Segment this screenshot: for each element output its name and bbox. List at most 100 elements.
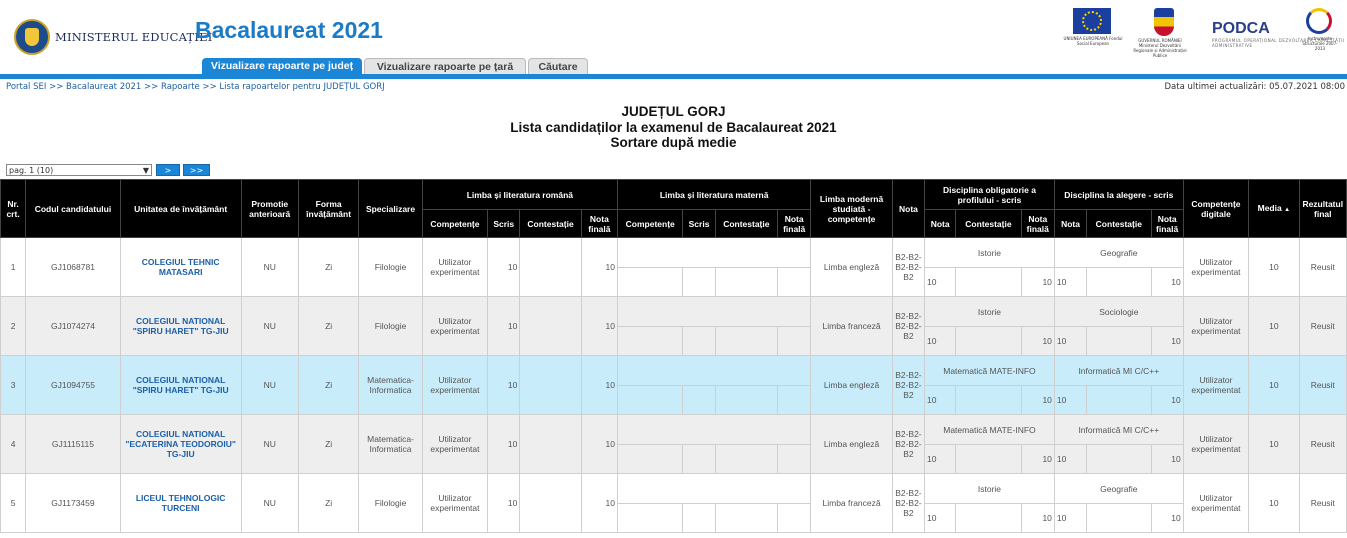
- cell-obl-nota-finala: 10: [1020, 385, 1055, 415]
- cell-mat-contestatie: [714, 385, 779, 415]
- table-row[interactable]: 3 GJ1094755 COLEGIUL NATIONAL "SPIRU HARET…: [0, 355, 1347, 415]
- cell-ale-contestatie: [1086, 267, 1152, 297]
- instrumente-structurale-caption: Instrumente Structurale 2007-2013: [1302, 36, 1338, 51]
- col-ro-contestatie[interactable]: Contestație: [519, 209, 582, 238]
- report-tabs: Vizualizare rapoarte pe județ Vizualizar…: [0, 58, 1347, 74]
- col-competente-digitale[interactable]: Competențe digitale: [1182, 179, 1250, 238]
- cell-rezultat: Reusit: [1298, 414, 1347, 474]
- cell-ale-nota-finala: 10: [1150, 385, 1184, 415]
- table-row[interactable]: 2 GJ1074274 COLEGIUL NATIONAL "SPIRU HARET…: [0, 296, 1347, 356]
- table-row[interactable]: 4 GJ1115115 COLEGIUL NATIONAL "ECATERINA T…: [0, 414, 1347, 474]
- col-ale-nota-finala[interactable]: Nota finală: [1150, 209, 1184, 238]
- col-ro-scris[interactable]: Scris: [487, 209, 521, 238]
- eu-logo: UNIUNEA EUROPEANĂ Fondul Social European: [1064, 8, 1123, 46]
- cell-mat-nota-finala: [777, 326, 812, 356]
- cell-promo: NU: [240, 473, 299, 533]
- government-logo-caption: GUVERNUL ROMÂNIEI Ministerul Dezvoltării…: [1133, 38, 1187, 58]
- col-codul-candidatului[interactable]: Codul candidatului: [25, 179, 121, 238]
- table-row[interactable]: 1 GJ1068781 COLEGIUL TEHNIC MATASARI NU Zi Fi…: [0, 237, 1347, 297]
- cell-promo: NU: [240, 355, 299, 415]
- cell-obl-nota: 10: [924, 326, 957, 356]
- list-title: Lista candidaților la examenul de Bacala…: [510, 119, 837, 135]
- table-row[interactable]: 5 GJ1173459 LICEUL TEHNOLOGIC TURCENI NU Zi F…: [0, 473, 1347, 533]
- col-mat-competente[interactable]: Competențe: [617, 209, 684, 238]
- cell-nr: 3: [0, 355, 27, 415]
- cell-nota-competente: B2-B2-B2-B2-B2: [891, 237, 926, 297]
- cell-mat-scris: [682, 267, 716, 297]
- cell-competente-digitale: Utilizator experimentat: [1182, 355, 1250, 415]
- col-nota[interactable]: Nota: [891, 179, 926, 238]
- cell-mat-contestatie: [714, 326, 779, 356]
- col-ro-nota-finala[interactable]: Nota finală: [580, 209, 619, 238]
- col-media[interactable]: Media ▲: [1248, 179, 1300, 238]
- cell-code: GJ1074274: [25, 296, 121, 356]
- cell-obl-discipline: Matematică MATE-INFO: [924, 414, 1055, 445]
- cell-ro-competente: Utilizator experimentat: [421, 237, 489, 297]
- cell-ro-scris: 10: [487, 237, 521, 297]
- col-mat-scris[interactable]: Scris: [682, 209, 716, 238]
- cell-media: 10: [1248, 355, 1300, 415]
- cell-school-link[interactable]: COLEGIUL NATIONAL "SPIRU HARET" TG-JIU: [119, 355, 242, 415]
- col-rezultat-final[interactable]: Rezultatul final: [1298, 179, 1347, 238]
- cell-form: Zi: [297, 237, 360, 297]
- cell-ro-nota-finala: 10: [580, 296, 619, 356]
- col-ro-competente[interactable]: Competențe: [421, 209, 489, 238]
- cell-rezultat: Reusit: [1298, 237, 1347, 297]
- cell-limba-moderna: Limba franceză: [810, 473, 893, 533]
- col-obl-contestatie[interactable]: Contestație: [955, 209, 1022, 238]
- tab-rapoarte-judet[interactable]: Vizualizare rapoarte pe județ: [202, 58, 362, 74]
- cell-ro-competente: Utilizator experimentat: [421, 355, 489, 415]
- col-obl-nota-finala[interactable]: Nota finală: [1020, 209, 1055, 238]
- tab-rapoarte-tara[interactable]: Vizualizare rapoarte pe țară: [364, 58, 526, 74]
- cell-nr: 2: [0, 296, 27, 356]
- cell-media: 10: [1248, 296, 1300, 356]
- cell-ale-nota: 10: [1053, 444, 1088, 474]
- cell-rezultat: Reusit: [1298, 296, 1347, 356]
- cell-school-link[interactable]: COLEGIUL TEHNIC MATASARI: [119, 237, 242, 297]
- cell-ale-nota-finala: 10: [1150, 503, 1184, 533]
- cell-spec: Matematica-Informatica: [358, 414, 423, 474]
- cell-obl-nota: 10: [924, 385, 957, 415]
- government-logo: GUVERNUL ROMÂNIEI Ministerul Dezvoltării…: [1133, 8, 1190, 58]
- ministry-name[interactable]: MINISTERUL EDUCAȚIEI: [55, 30, 212, 44]
- col-promotie[interactable]: Promotie anterioară: [240, 179, 299, 238]
- tab-cautare[interactable]: Căutare: [528, 58, 588, 74]
- breadcrumb[interactable]: Portal SEI >> Bacalaureat 2021 >> Rapoar…: [6, 82, 385, 92]
- col-mat-nota-finala[interactable]: Nota finală: [777, 209, 812, 238]
- cell-ro-contestatie: [519, 473, 582, 533]
- cell-ro-contestatie: [519, 414, 582, 474]
- cell-ale-discipline: Sociologie: [1053, 296, 1184, 327]
- cell-school-link[interactable]: LICEUL TEHNOLOGIC TURCENI: [119, 473, 242, 533]
- page-select[interactable]: pag. 1 (10) ▼: [6, 164, 152, 176]
- col-ale-nota[interactable]: Nota: [1053, 209, 1088, 238]
- cell-ale-discipline: Informatică MI C/C++: [1053, 414, 1184, 445]
- cell-school-link[interactable]: COLEGIUL NATIONAL "ECATERINA TEODOROIU" …: [119, 414, 242, 474]
- col-mat-contestatie[interactable]: Contestație: [714, 209, 779, 238]
- app-title[interactable]: Bacalaureat 2021: [195, 17, 383, 44]
- cell-obl-contestatie: [955, 385, 1022, 415]
- col-limba-moderna[interactable]: Limba modernă studiată - competențe: [810, 179, 893, 238]
- cell-limba-moderna: Limba franceză: [810, 296, 893, 356]
- last-page-button[interactable]: >>: [183, 164, 210, 176]
- cell-obl-contestatie: [955, 444, 1022, 474]
- cell-school-link[interactable]: COLEGIUL NATIONAL "SPIRU HARET" TG-JIU: [119, 296, 242, 356]
- cell-rezultat: Reusit: [1298, 355, 1347, 415]
- cell-mat-nota-finala: [777, 267, 812, 297]
- col-group-romana: Limba și literatura română: [421, 179, 619, 210]
- col-unitatea[interactable]: Unitatea de învățământ: [119, 179, 242, 238]
- col-specializare[interactable]: Specializare: [358, 179, 423, 238]
- cell-mat-contestatie: [714, 503, 779, 533]
- cell-ale-discipline: Geografie: [1053, 473, 1184, 504]
- cell-spec: Matematica-Informatica: [358, 355, 423, 415]
- col-nr-crt[interactable]: Nr. crt.: [0, 179, 27, 238]
- col-forma[interactable]: Forma învățământ: [297, 179, 360, 238]
- next-page-button[interactable]: >: [156, 164, 180, 176]
- col-obl-nota[interactable]: Nota: [924, 209, 957, 238]
- cell-media: 10: [1248, 473, 1300, 533]
- cell-obl-nota: 10: [924, 444, 957, 474]
- cell-media: 10: [1248, 414, 1300, 474]
- col-ale-contestatie[interactable]: Contestație: [1086, 209, 1152, 238]
- cell-ro-nota-finala: 10: [580, 473, 619, 533]
- cell-mat-nota-finala: [777, 385, 812, 415]
- ministry-crest-icon[interactable]: [14, 19, 50, 55]
